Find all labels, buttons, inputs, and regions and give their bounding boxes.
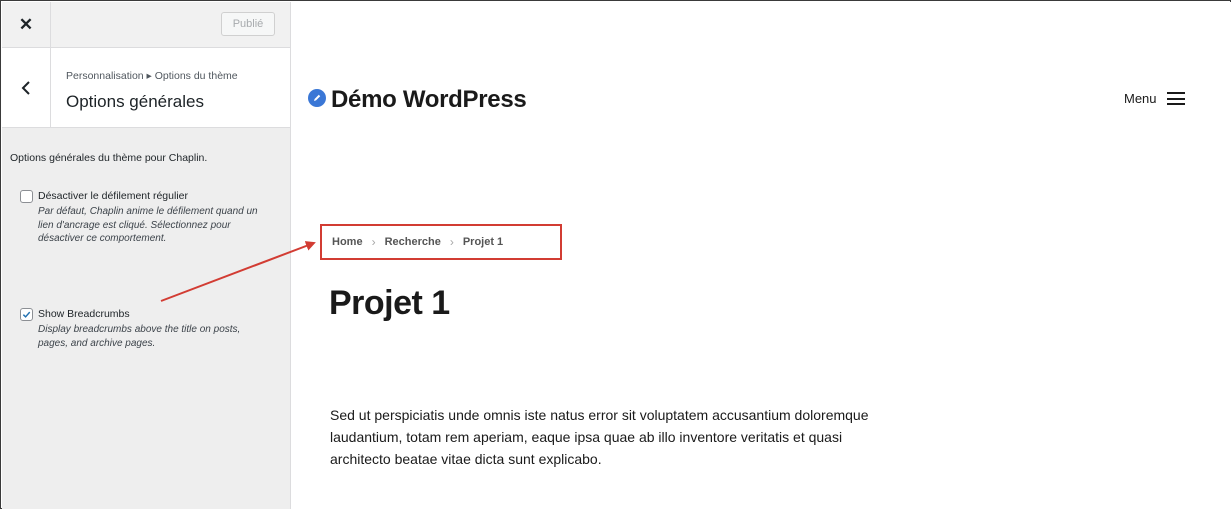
panel-description: Options générales du thème pour Chaplin. bbox=[10, 152, 208, 164]
app-frame: ✕ Publié Personnalisation ▸ Options du t… bbox=[0, 0, 1231, 509]
smooth-scroll-checkbox[interactable] bbox=[20, 190, 33, 203]
chevron-right-icon: › bbox=[371, 235, 376, 249]
option-description: Display breadcrumbs above the title on p… bbox=[38, 324, 241, 349]
site-preview: Démo WordPress Menu Home › Recherche › P… bbox=[291, 2, 1231, 509]
back-button[interactable] bbox=[2, 48, 51, 127]
breadcrumb-current: Projet 1 bbox=[462, 236, 504, 248]
chevron-right-icon: › bbox=[449, 235, 454, 249]
customizer-sidebar: ✕ Publié Personnalisation ▸ Options du t… bbox=[2, 2, 291, 509]
option-label: Désactiver le défilement régulier bbox=[38, 190, 188, 202]
checkmark-icon bbox=[22, 311, 31, 318]
close-button[interactable]: ✕ bbox=[2, 2, 51, 47]
menu-label: Menu bbox=[1124, 91, 1157, 106]
chevron-left-icon bbox=[21, 80, 30, 95]
option-label: Show Breadcrumbs bbox=[38, 308, 130, 320]
section-header: Personnalisation ▸ Options du thème Opti… bbox=[2, 48, 290, 128]
breadcrumb: Home › Recherche › Projet 1 bbox=[320, 224, 562, 260]
customizer-breadcrumb: Personnalisation ▸ Options du thème bbox=[66, 70, 238, 82]
publish-button[interactable]: Publié bbox=[221, 12, 275, 36]
hamburger-icon bbox=[1166, 92, 1185, 105]
customizer-topbar: ✕ Publié bbox=[2, 2, 290, 48]
breadcrumb-recherche[interactable]: Recherche bbox=[385, 236, 441, 248]
section-title: Options générales bbox=[66, 92, 204, 111]
option-description: Par défaut, Chaplin anime le défilement … bbox=[38, 206, 258, 244]
site-title[interactable]: Démo WordPress bbox=[331, 86, 527, 114]
pencil-logo-icon bbox=[308, 89, 326, 107]
close-icon: ✕ bbox=[18, 14, 34, 34]
page-title: Projet 1 bbox=[329, 284, 450, 322]
menu-button[interactable]: Menu bbox=[1124, 91, 1185, 106]
breadcrumb-home[interactable]: Home bbox=[332, 236, 363, 248]
body-paragraph: Sed ut perspiciatis unde omnis iste natu… bbox=[330, 407, 869, 467]
show-breadcrumbs-checkbox[interactable] bbox=[20, 308, 33, 321]
